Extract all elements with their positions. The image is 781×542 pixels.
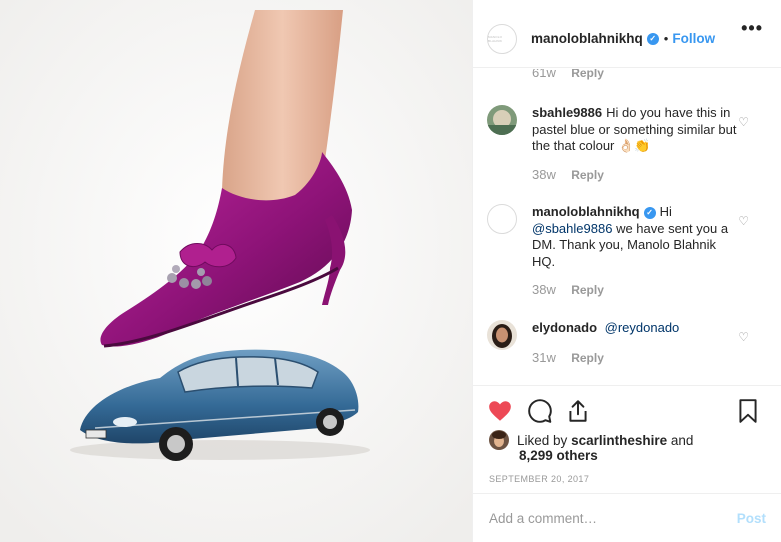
reply-button[interactable]: Reply bbox=[571, 69, 604, 80]
comment-body: elydonado @reydonado bbox=[532, 320, 737, 337]
verified-badge-icon: ✓ bbox=[643, 206, 656, 219]
comment-meta: 31w Reply bbox=[532, 350, 604, 365]
header-separator: • bbox=[663, 31, 669, 46]
comment-age: 38w bbox=[532, 282, 556, 297]
comment-like-heart-icon[interactable]: ♡ bbox=[738, 115, 749, 129]
comment-like-heart-icon[interactable]: ♡ bbox=[738, 330, 749, 344]
comment-age: 61w bbox=[532, 69, 556, 80]
account-username[interactable]: manoloblahnikhq bbox=[531, 31, 643, 46]
commenter-avatar[interactable] bbox=[487, 204, 517, 234]
post-comment-button[interactable]: Post bbox=[737, 511, 766, 526]
comment-meta: 38w Reply bbox=[532, 167, 604, 182]
comment-bubble-icon[interactable] bbox=[527, 398, 553, 424]
share-upload-icon[interactable] bbox=[565, 398, 591, 424]
comment-body: sbahle9886 Hi do you have this in pastel … bbox=[532, 105, 737, 155]
post-actions: Liked by scarlintheshire and 8,299 other… bbox=[473, 385, 781, 493]
liker-avatar[interactable] bbox=[489, 430, 509, 450]
follow-button[interactable]: Follow bbox=[672, 31, 715, 46]
comment-like-heart-icon[interactable]: ♡ bbox=[738, 214, 749, 228]
comments-list[interactable]: 61w Reply sbahle9886 Hi do you have this … bbox=[473, 69, 781, 385]
comment-age: 38w bbox=[532, 167, 556, 182]
more-options-icon[interactable]: ••• bbox=[741, 18, 763, 39]
commenter-avatar[interactable] bbox=[487, 320, 517, 350]
reply-button[interactable]: Reply bbox=[571, 351, 604, 365]
comment-username[interactable]: elydonado bbox=[532, 320, 597, 335]
comment-username[interactable]: manoloblahnikhq bbox=[532, 204, 640, 219]
comment-input[interactable] bbox=[489, 510, 737, 526]
post-side-panel: MANOLO BLAHNIK manoloblahnikhq ✓ • Follo… bbox=[472, 0, 781, 542]
verified-badge-icon: ✓ bbox=[646, 32, 659, 45]
liked-by-prefix: Liked by bbox=[517, 433, 568, 448]
commenter-avatar[interactable] bbox=[487, 105, 517, 135]
post-header: MANOLO BLAHNIK manoloblahnikhq ✓ • Follo… bbox=[473, 10, 781, 68]
comment-age: 31w bbox=[532, 350, 556, 365]
liked-by-joiner: and bbox=[670, 433, 694, 448]
post-image bbox=[0, 0, 472, 542]
add-comment-bar: Post bbox=[473, 493, 781, 542]
reply-button[interactable]: Reply bbox=[571, 168, 604, 182]
comment-body: manoloblahnikhq ✓ Hi @sbahle9886 we have s… bbox=[532, 204, 737, 270]
reply-button[interactable]: Reply bbox=[571, 283, 604, 297]
bookmark-icon[interactable] bbox=[735, 398, 761, 424]
comment-meta: 38w Reply bbox=[532, 282, 604, 297]
comment-text: Hi bbox=[659, 204, 672, 219]
comment-mention-link[interactable]: @sbahle9886 bbox=[532, 221, 612, 236]
avatar-logo-text: MANOLO BLAHNIK bbox=[488, 34, 503, 43]
comment-username[interactable]: sbahle9886 bbox=[532, 105, 602, 120]
liker-username[interactable]: scarlintheshire bbox=[571, 433, 667, 448]
heart-filled-icon[interactable] bbox=[487, 398, 513, 424]
partial-comment-meta: 61w Reply bbox=[532, 69, 604, 80]
comment-mention-link[interactable]: @reydonado bbox=[605, 320, 680, 335]
likes-count-button[interactable]: 8,299 others bbox=[519, 448, 598, 463]
post-photo[interactable] bbox=[0, 0, 472, 542]
post-date[interactable]: SEPTEMBER 20, 2017 bbox=[489, 474, 589, 484]
account-avatar[interactable]: MANOLO BLAHNIK bbox=[487, 23, 517, 54]
